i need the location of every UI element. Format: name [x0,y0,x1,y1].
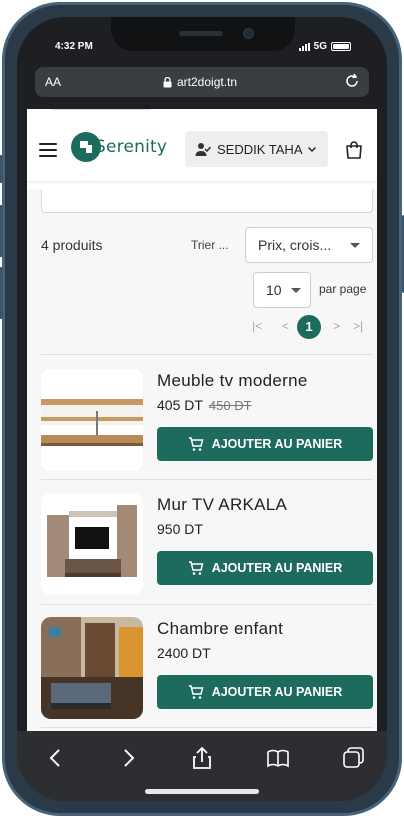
logo-mark [71,132,101,162]
product-name[interactable]: Meuble tv moderne [157,371,308,391]
back-icon[interactable] [43,745,69,771]
last-page-button[interactable]: >| [353,319,363,333]
product-count: 4 produits [41,237,103,253]
status-time: 4:32 PM [55,41,93,52]
status-indicators: 5G [298,41,351,52]
speaker [179,31,223,36]
add-to-cart-button[interactable]: AJOUTER AU PANIER [157,427,373,461]
product-price: 405 DT 450 DT [157,397,252,413]
address-bar[interactable]: AA art2doigt.tn [35,67,369,97]
signal-icon [298,42,310,51]
product-name[interactable]: Chambre enfant [157,619,283,639]
product-image[interactable] [41,493,143,595]
add-to-cart-label: AJOUTER AU PANIER [211,437,343,451]
product-price: 950 DT [157,521,203,537]
notch [111,17,295,51]
cart-icon [188,437,204,451]
product-name[interactable]: Mur TV ARKALA [157,495,287,515]
url-display[interactable]: art2doigt.tn [163,75,237,89]
current-price: 2400 DT [157,645,211,661]
shopping-bag-icon[interactable] [343,139,365,161]
divider [41,479,373,480]
cart-icon [188,561,204,575]
search-field[interactable] [41,189,373,213]
product-card: Mur TV ARKALA 950 DT AJOUTER AU PANIER [41,485,373,603]
product-image[interactable] [41,617,143,719]
web-page: Serenity SEDDIK TAHA 4 produits Trier ..… [27,109,377,731]
page-peek [51,109,151,113]
product-card: Meuble tv moderne 405 DT 450 DT AJOUTER A… [41,361,373,479]
reload-icon[interactable] [343,72,361,90]
current-price: 950 DT [157,521,203,537]
url-text: art2doigt.tn [177,75,238,89]
site-header: Serenity SEDDIK TAHA [27,117,377,181]
battery-icon [331,42,351,51]
network-label: 5G [313,41,327,52]
next-page-button[interactable]: > [333,319,340,333]
phone-screen: 4:32 PM 5G AA art2doigt.tn Serenity SEDD… [17,17,387,801]
current-price: 405 DT [157,397,203,413]
per-page-select[interactable]: 10 [253,272,311,308]
sort-label: Trier ... [191,238,229,252]
forward-icon[interactable] [115,745,141,771]
per-page-value: 10 [266,282,282,298]
per-page-label: par page [319,282,367,296]
side-button [0,155,3,183]
first-page-button[interactable]: |< [252,319,262,333]
product-listing: 4 produits Trier ... Prix, crois... 10 p… [27,189,377,731]
sort-value: Prix, crois... [258,237,332,253]
camera [243,28,254,39]
user-name: SEDDIK TAHA [217,141,303,157]
logo-text: Serenity [95,137,168,157]
tabs-icon[interactable] [341,745,367,771]
product-image[interactable] [41,369,143,471]
caret-down-icon [291,288,301,293]
bookmarks-icon[interactable] [265,745,291,771]
phone-frame: 4:32 PM 5G AA art2doigt.tn Serenity SEDD… [0,2,404,816]
pagination: |< < 1 > >| [247,315,377,339]
cart-icon [188,685,204,699]
old-price: 450 DT [208,398,252,413]
volume-down-button [0,267,3,319]
product-price: 2400 DT [157,645,211,661]
home-indicator [145,789,259,794]
divider [41,604,373,605]
user-check-icon [195,143,211,156]
share-icon[interactable] [189,745,215,771]
add-to-cart-label: AJOUTER AU PANIER [211,685,343,699]
lock-icon [163,76,172,87]
volume-up-button [0,205,3,257]
prev-page-button[interactable]: < [282,319,289,333]
add-to-cart-label: AJOUTER AU PANIER [211,561,343,575]
menu-icon[interactable] [39,143,57,157]
chevron-down-icon [308,147,317,152]
divider [41,727,373,728]
product-card: Chambre enfant 2400 DT AJOUTER AU PANIER [41,609,373,727]
caret-down-icon [350,243,360,248]
add-to-cart-button[interactable]: AJOUTER AU PANIER [157,675,373,709]
divider [41,354,373,355]
add-to-cart-button[interactable]: AJOUTER AU PANIER [157,551,373,585]
site-logo[interactable]: Serenity [71,132,167,162]
sort-select[interactable]: Prix, crois... [245,227,373,263]
reader-button[interactable]: AA [45,75,61,89]
user-account-button[interactable]: SEDDIK TAHA [185,131,328,167]
current-page[interactable]: 1 [297,315,321,339]
